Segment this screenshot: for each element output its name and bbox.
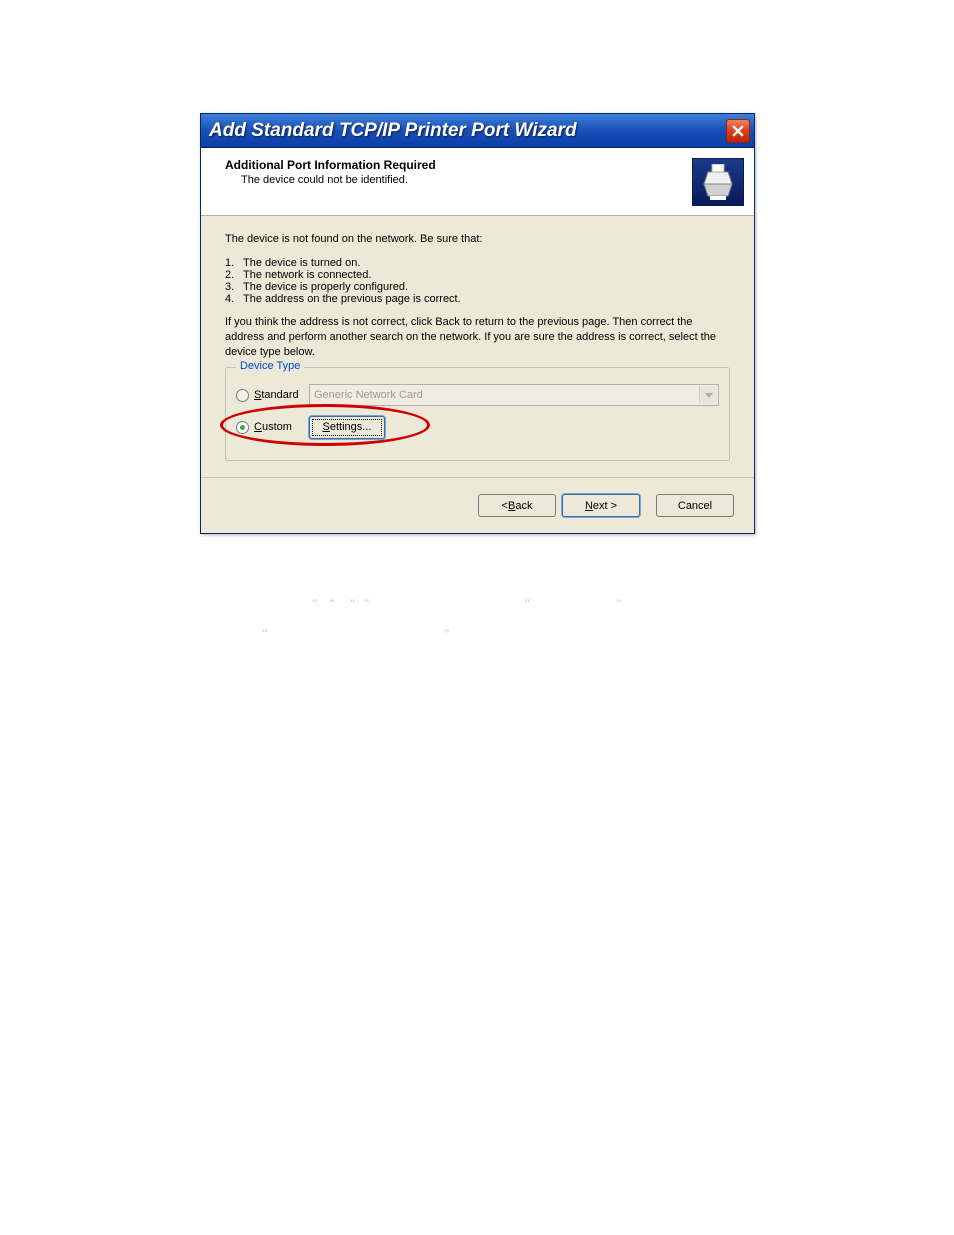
wizard-dialog: Add Standard TCP/IP Printer Port Wizard … [200,113,755,534]
cancel-button[interactable]: Cancel [656,494,734,517]
stray-text: “ [262,626,267,641]
standard-combo: Generic Network Card [309,384,719,406]
close-icon [732,125,744,137]
standard-option-row: Standard Generic Network Card [236,382,719,408]
header-subtitle: The device could not be identified. [225,174,740,186]
group-legend: Device Type [236,360,304,372]
checklist: 1.The device is turned on. 2.The network… [225,257,730,305]
stray-text: “ ” ” “ [312,596,369,611]
standard-radio[interactable] [236,389,249,402]
next-button[interactable]: Next > [562,494,640,517]
stray-text: ” [616,596,621,611]
standard-label[interactable]: Standard [254,389,309,401]
stray-text: “ [525,596,530,611]
printer-icon [692,158,744,206]
wizard-header: Additional Port Information Required The… [201,148,754,216]
custom-radio[interactable] [236,421,249,434]
paragraph-text: If you think the address is not correct,… [225,315,730,360]
wizard-footer: < Back Next > Cancel [201,477,754,533]
stray-text: ” [444,626,449,641]
intro-text: The device is not found on the network. … [225,232,730,247]
close-button[interactable] [726,119,750,143]
header-title: Additional Port Information Required [225,158,740,172]
custom-option-row: Custom Settings... [236,414,719,440]
combo-value: Generic Network Card [314,389,423,401]
list-item: 2.The network is connected. [225,269,730,281]
settings-button[interactable]: Settings... [309,416,385,439]
chevron-down-icon [699,386,717,404]
list-item: 1.The device is turned on. [225,257,730,269]
custom-label[interactable]: Custom [254,421,309,433]
window-title: Add Standard TCP/IP Printer Port Wizard [209,114,726,148]
titlebar: Add Standard TCP/IP Printer Port Wizard [201,114,754,148]
list-item: 4.The address on the previous page is co… [225,293,730,305]
back-button[interactable]: < Back [478,494,556,517]
device-type-group: Device Type Standard Generic Network Car… [225,367,730,461]
wizard-content: The device is not found on the network. … [201,216,754,477]
list-item: 3.The device is properly configured. [225,281,730,293]
